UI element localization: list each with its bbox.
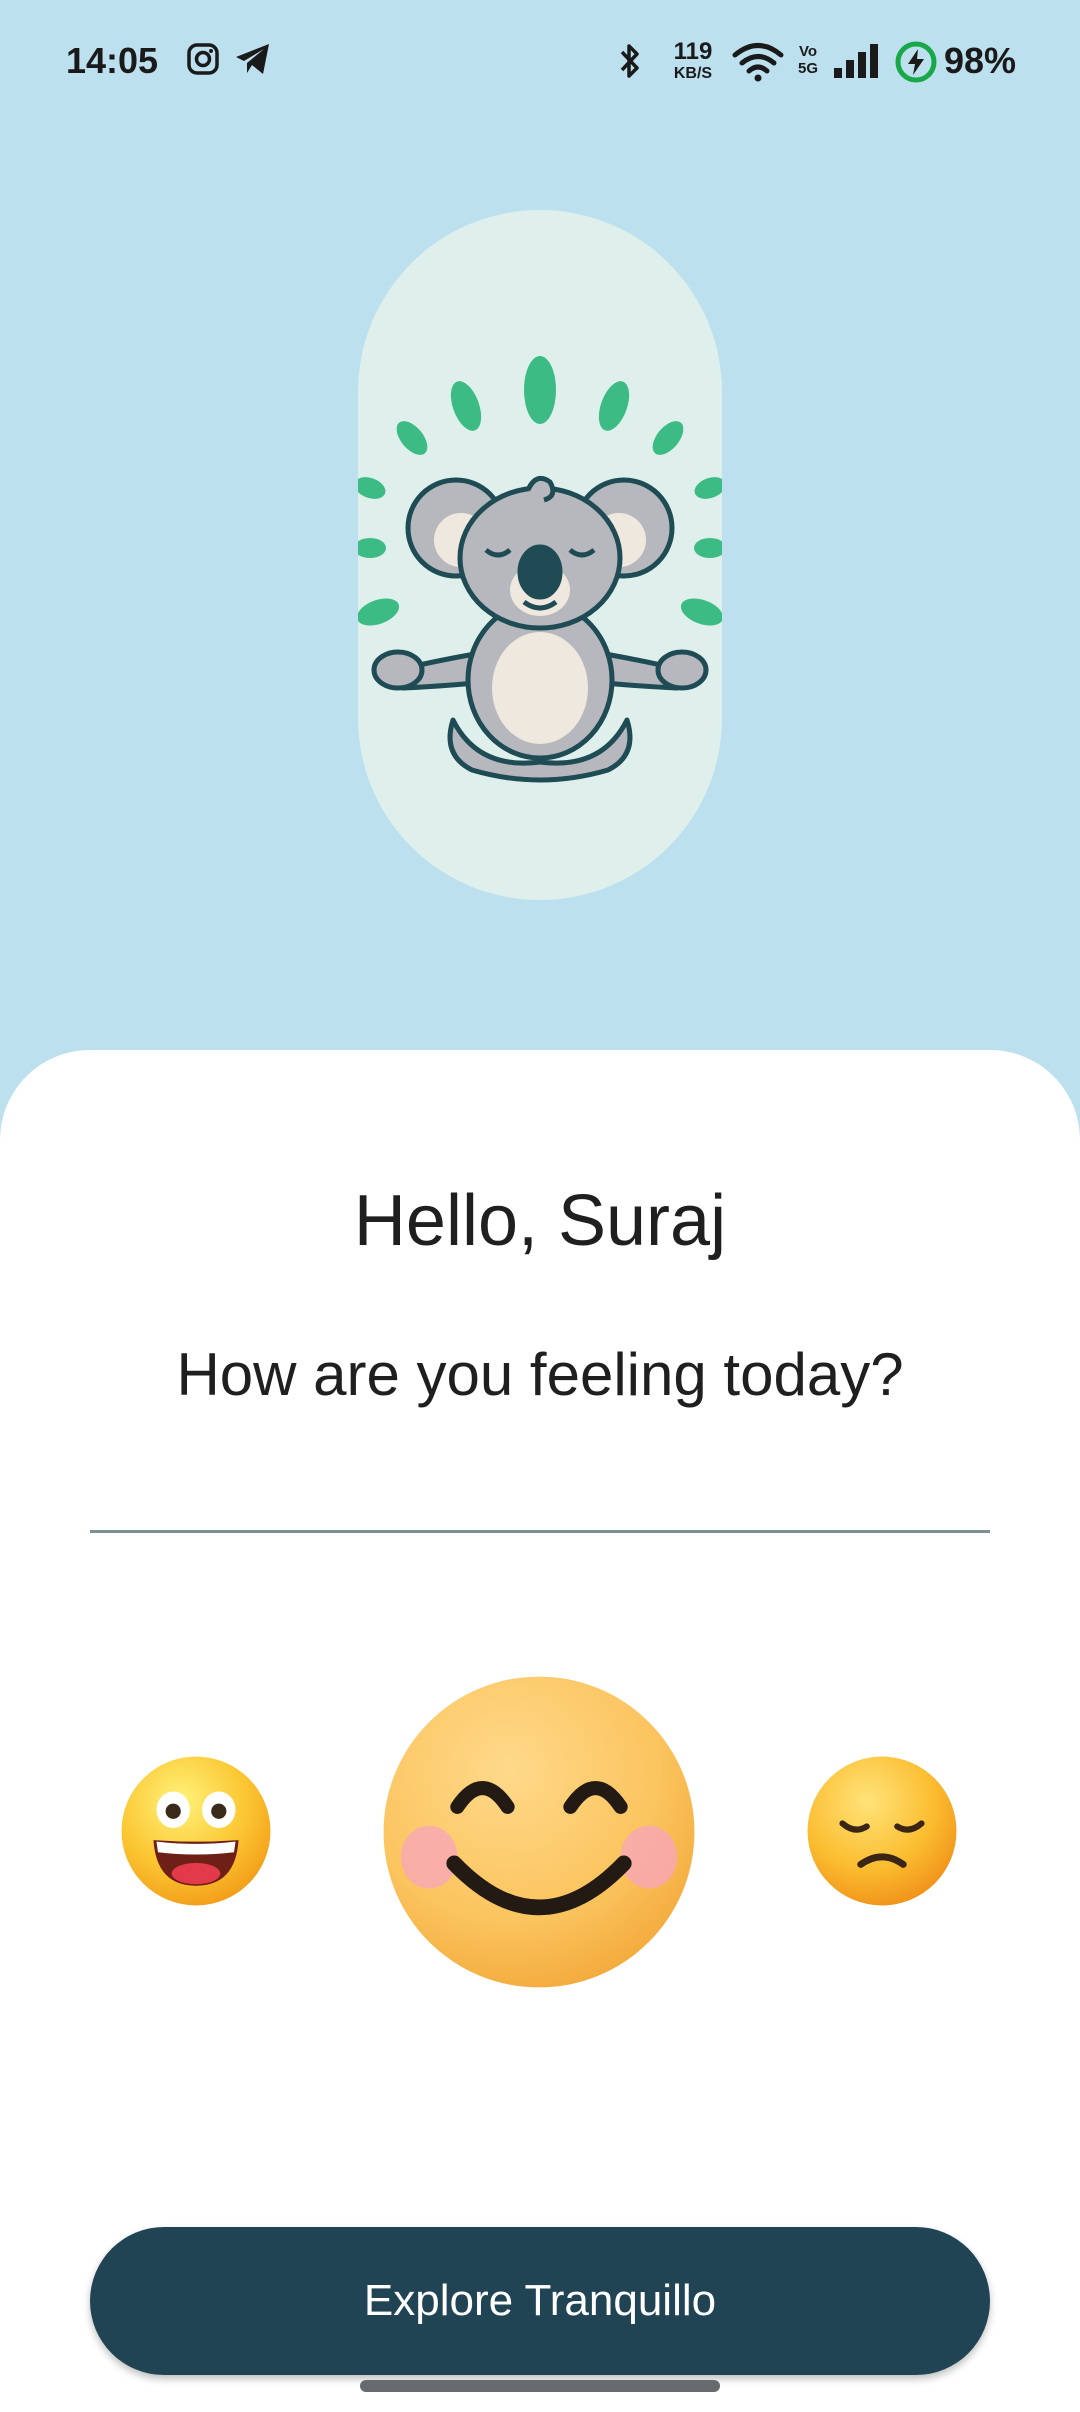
status-time: 14:05 — [66, 40, 159, 81]
home-indicator[interactable] — [360, 2380, 720, 2392]
telegram-icon — [236, 44, 269, 74]
explore-tranquillo-button[interactable]: Explore Tranquillo — [90, 2227, 990, 2375]
mood-question: How are you feeling today? — [176, 1341, 904, 1408]
instagram-icon — [187, 43, 219, 75]
smiling-face-icon[interactable] — [382, 1675, 696, 1989]
status-bar: 14:05 119 KB/S Vo 5G 98% — [0, 0, 1080, 120]
signal-icon — [834, 44, 878, 78]
wifi-icon — [732, 43, 784, 82]
volte-top: Vo — [798, 43, 818, 60]
bluetooth-icon — [620, 44, 639, 78]
battery-percent: 98% — [944, 40, 1017, 81]
meditating-koala-illustration — [358, 356, 722, 783]
battery-charging-icon — [895, 41, 937, 83]
network-speed-unit: KB/S — [673, 65, 713, 82]
greeting-title: Hello, Suraj — [353, 1181, 727, 1261]
volte-indicator: Vo 5G — [796, 43, 820, 77]
grinning-face-icon[interactable] — [120, 1755, 272, 1907]
network-speed: 119 KB/S — [668, 40, 718, 82]
network-speed-value: 119 — [673, 38, 713, 65]
volte-bottom: 5G — [797, 59, 818, 77]
hero-capsule — [358, 210, 722, 900]
pensive-face-icon[interactable] — [806, 1755, 958, 1907]
divider — [90, 1530, 990, 1533]
